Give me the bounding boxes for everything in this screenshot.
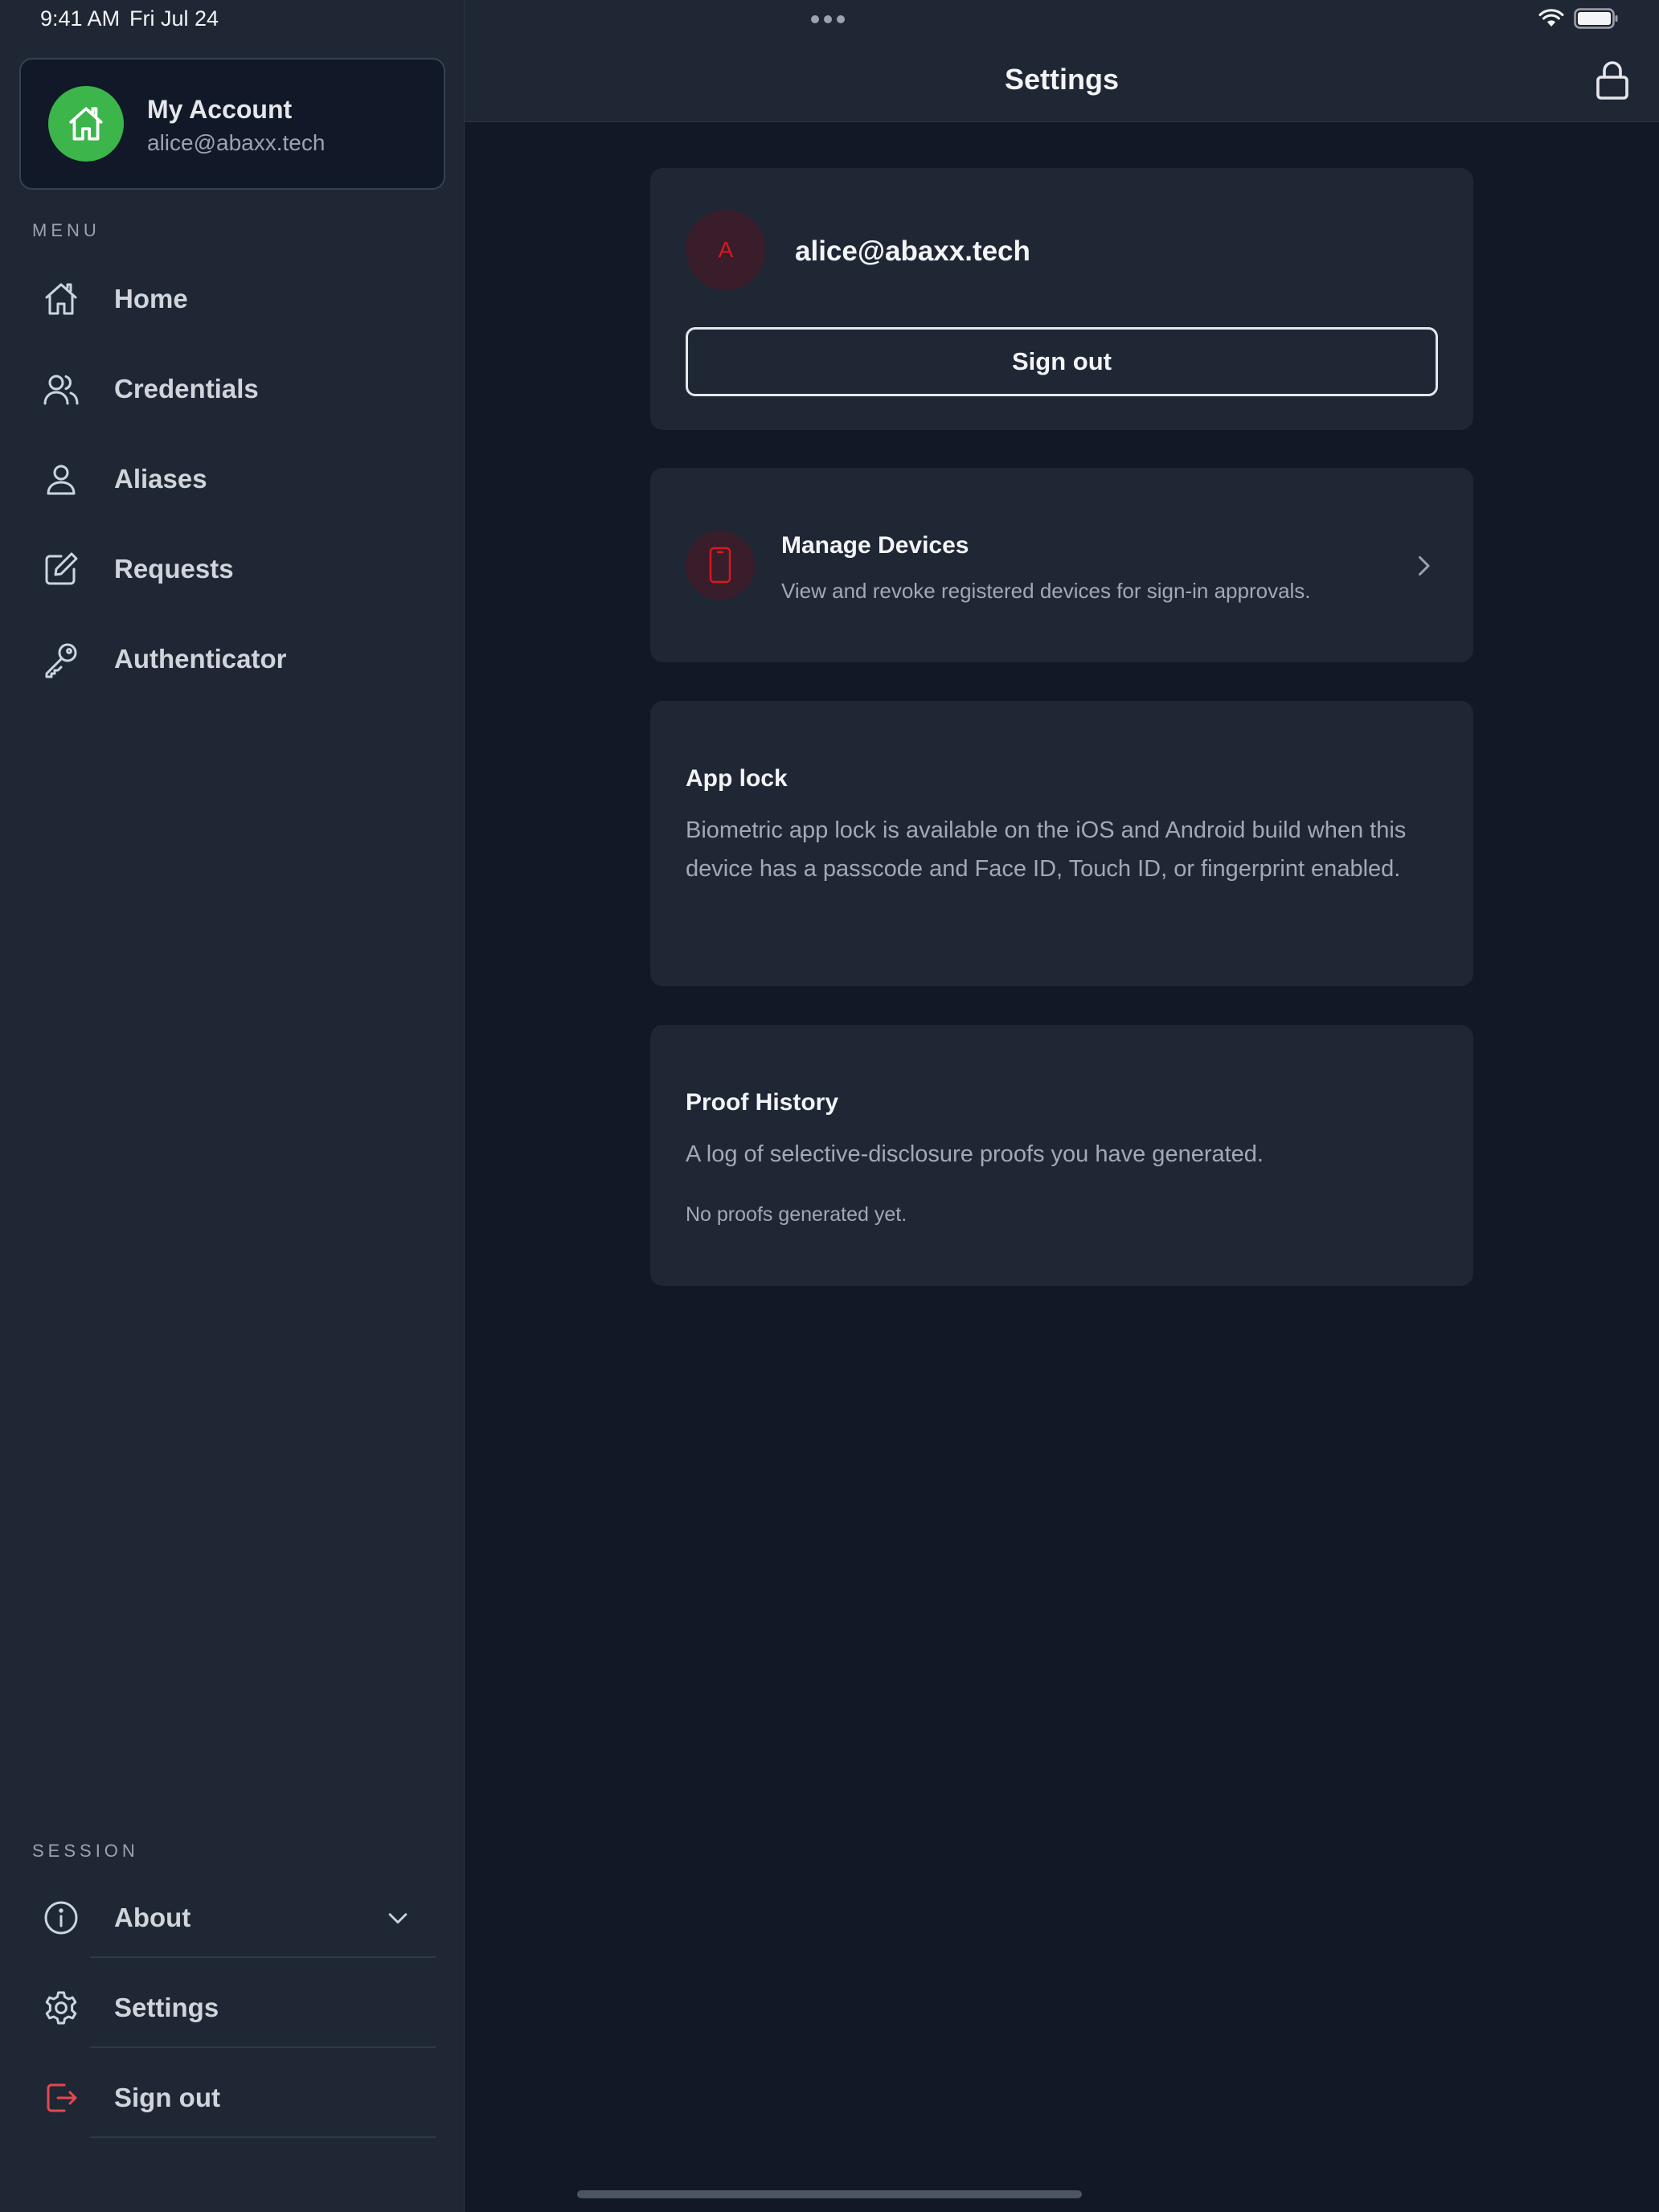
manage-devices-description: View and revoke registered devices for s… xyxy=(781,579,1311,603)
avatar: A xyxy=(686,210,766,290)
phone-icon xyxy=(709,547,731,584)
sidebar-item-requests[interactable]: Requests xyxy=(0,529,465,609)
status-date: Fri Jul 24 xyxy=(129,6,219,31)
divider xyxy=(90,2136,436,2138)
app-screen: My Account alice@abaxx.tech MENU Home Cr… xyxy=(0,0,1659,2212)
status-icons xyxy=(1538,8,1619,29)
sidebar-item-label: Requests xyxy=(114,554,234,584)
gear-icon xyxy=(45,1991,77,2025)
sign-out-button[interactable]: Sign out xyxy=(686,327,1438,396)
sidebar-item-authenticator[interactable]: Authenticator xyxy=(0,619,465,699)
sidebar-item-aliases[interactable]: Aliases xyxy=(0,439,465,519)
proof-history-title: Proof History xyxy=(686,1089,839,1116)
app-lock-card: App lock Biometric app lock is available… xyxy=(650,701,1473,986)
sidebar-item-label: Home xyxy=(114,284,188,313)
sidebar-item-home[interactable]: Home xyxy=(0,259,465,339)
home-indicator[interactable] xyxy=(577,2190,1082,2198)
sidebar-item-label: Authenticator xyxy=(114,644,287,674)
wifi-icon xyxy=(1538,9,1564,27)
info-icon xyxy=(44,1901,78,1935)
home-icon xyxy=(69,107,103,141)
user-icon xyxy=(47,465,76,495)
divider xyxy=(90,2046,436,2048)
sidebar-item-about[interactable]: About xyxy=(0,1878,465,1958)
sidebar-item-settings[interactable]: Settings xyxy=(0,1968,465,2048)
proof-history-card: Proof History A log of selective-disclos… xyxy=(650,1025,1473,1286)
session-section-label: SESSION xyxy=(32,1841,139,1861)
page-title: Settings xyxy=(1004,63,1119,96)
sidebar-item-label: Aliases xyxy=(114,464,207,494)
sidebar-item-label: About xyxy=(114,1903,191,1932)
chevron-right-icon xyxy=(1419,556,1430,576)
app-lock-description: Biometric app lock is available on the i… xyxy=(686,817,1407,882)
account-email: alice@abaxx.tech xyxy=(147,130,326,155)
menu-section-label: MENU xyxy=(32,220,100,240)
key-icon xyxy=(45,643,77,678)
users-icon xyxy=(43,375,79,405)
battery-icon xyxy=(1574,8,1618,29)
proof-history-empty-text: No proofs generated yet. xyxy=(686,1203,907,1226)
status-time: 9:41 AM xyxy=(40,6,121,31)
sidebar-item-label: Sign out xyxy=(114,2083,220,2112)
app-lock-title: App lock xyxy=(686,765,788,792)
home-icon xyxy=(45,283,77,315)
sidebar-item-label: Credentials xyxy=(114,374,259,403)
chevron-down-icon[interactable] xyxy=(384,1904,412,1931)
sign-out-icon xyxy=(47,2083,77,2112)
multitasking-dots[interactable] xyxy=(811,15,845,23)
manage-devices-title: Manage Devices xyxy=(781,532,969,559)
profile-card: A alice@abaxx.tech Sign out xyxy=(650,168,1473,430)
manage-devices-card[interactable]: Manage Devices View and revoke registere… xyxy=(650,468,1473,662)
divider xyxy=(90,1956,436,1958)
account-avatar xyxy=(48,86,124,162)
sidebar-item-label: Settings xyxy=(114,1993,219,2022)
user-email: alice@abaxx.tech xyxy=(795,236,1030,267)
sidebar: My Account alice@abaxx.tech MENU Home Cr… xyxy=(0,0,465,2212)
account-card[interactable]: My Account alice@abaxx.tech xyxy=(19,58,445,190)
edit-icon xyxy=(45,552,78,585)
account-name: My Account xyxy=(147,95,293,124)
status-bar: 9:41 AM Fri Jul 24 xyxy=(0,0,1659,39)
proof-history-description: A log of selective-disclosure proofs you… xyxy=(686,1141,1264,1167)
lock-icon[interactable] xyxy=(1595,59,1630,101)
sidebar-item-credentials[interactable]: Credentials xyxy=(0,349,465,429)
device-icon-badge xyxy=(686,530,755,600)
sidebar-item-sign-out[interactable]: Sign out xyxy=(0,2058,465,2138)
